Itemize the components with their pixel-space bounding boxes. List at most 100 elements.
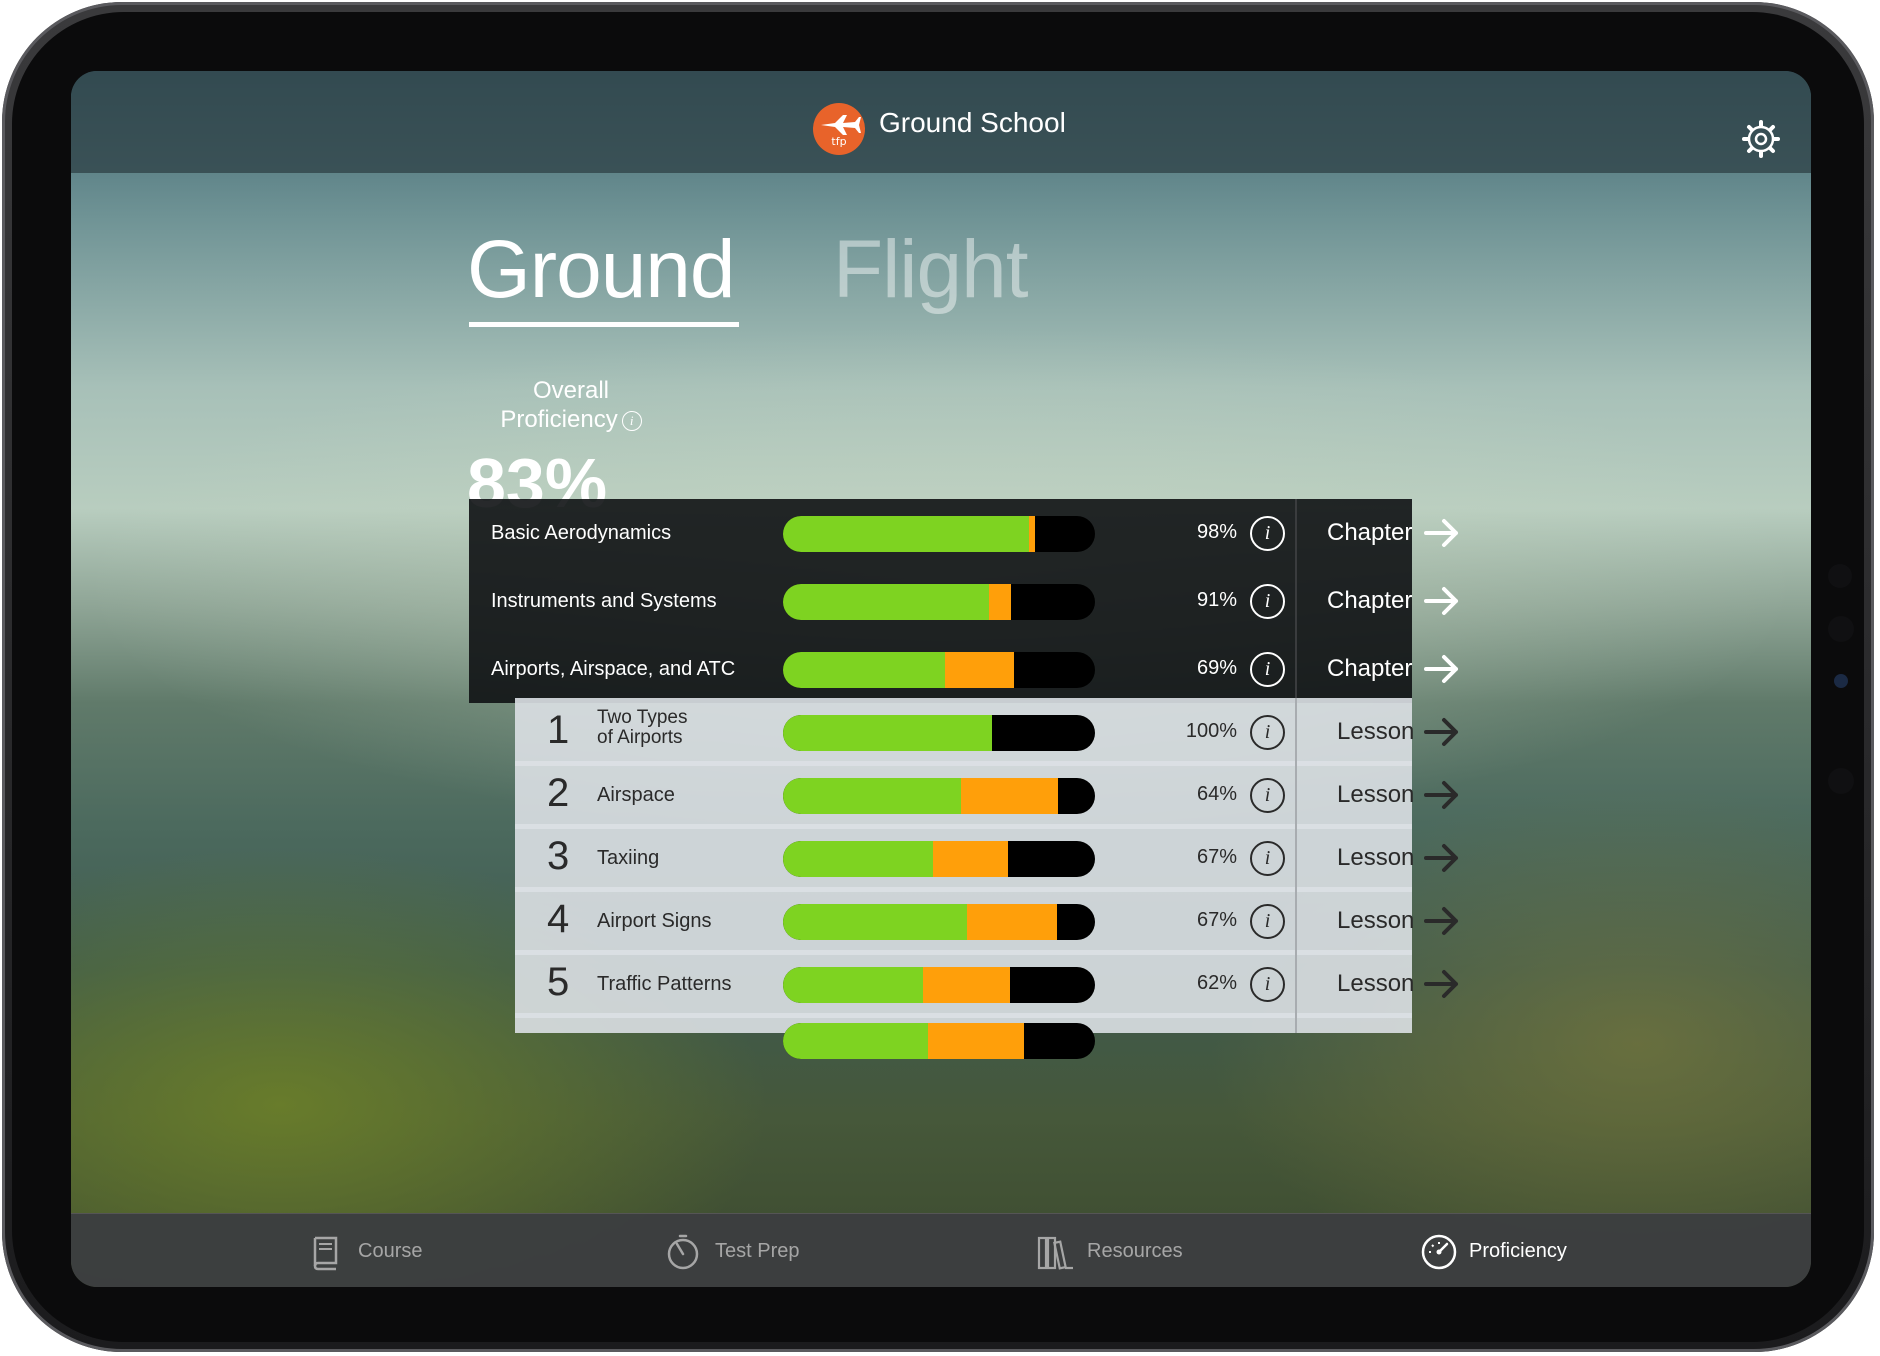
chapter-name: Basic Aerodynamics	[491, 522, 672, 544]
bar-green-segment	[783, 715, 992, 751]
bar-orange-segment	[1029, 516, 1035, 552]
proficiency-bar	[783, 778, 1095, 814]
lesson-name-line1: Two Types	[597, 707, 688, 728]
tab-test-prep-label: Test Prep	[715, 1240, 800, 1262]
proficiency-bar	[783, 584, 1095, 620]
ipad-frame: tfp Ground School Ground Flight Overall …	[2, 2, 1874, 1352]
info-icon[interactable]: i	[1250, 904, 1285, 939]
chapter-button[interactable]: Chapter	[1297, 635, 1477, 703]
gauge-icon	[1421, 1234, 1457, 1270]
chapter-row[interactable]: Airports, Airspace, and ATC 69% i Chapter	[469, 635, 1458, 703]
arrow-right-icon	[1424, 587, 1458, 615]
lesson-row[interactable]: 5 Traffic Patterns 62% i Lesson	[515, 950, 1458, 1018]
tab-ground[interactable]: Ground	[467, 223, 736, 317]
lesson-name: Two Types of Airports	[597, 708, 687, 748]
proficiency-percent: 98%	[1196, 521, 1237, 543]
lesson-name: Airspace	[597, 784, 675, 806]
arrow-right-icon	[1424, 655, 1458, 683]
info-icon[interactable]: i	[1250, 584, 1285, 619]
lesson-name-line2: of Airports	[597, 727, 683, 748]
tab-resources[interactable]: Resources	[1035, 1214, 1255, 1287]
library-icon	[1037, 1236, 1073, 1270]
bar-green-segment	[783, 904, 967, 940]
proficiency-percent: 67%	[1196, 909, 1237, 931]
info-icon[interactable]: i	[1250, 715, 1285, 750]
proficiency-percent: 62%	[1196, 972, 1237, 994]
info-icon[interactable]: i	[1250, 841, 1285, 876]
overall-label-line2: Proficiency i	[471, 405, 671, 434]
info-icon[interactable]: i	[1250, 652, 1285, 687]
book-icon	[313, 1236, 338, 1271]
lesson-row[interactable]: 4 Airport Signs 67% i Lesson	[515, 887, 1458, 955]
lesson-row[interactable]	[515, 1013, 1412, 1059]
tab-test-prep[interactable]: Test Prep	[663, 1214, 883, 1287]
app-title: Ground School	[879, 107, 1066, 138]
overall-label-text: Proficiency	[500, 406, 618, 433]
arrow-right-icon	[1424, 519, 1458, 547]
lesson-number: 1	[547, 708, 570, 752]
bar-orange-segment	[945, 652, 1014, 688]
arrow-right-icon	[1424, 718, 1458, 746]
lesson-row[interactable]: 1 Two Types of Airports 100% i Lesson	[515, 698, 1458, 766]
action-label: Chapter	[1327, 655, 1413, 682]
camera-button	[1828, 564, 1852, 588]
info-icon[interactable]: i	[621, 410, 642, 431]
lesson-row[interactable]: 2 Airspace 64% i Lesson	[515, 761, 1458, 829]
tab-flight[interactable]: Flight	[833, 223, 1029, 317]
lesson-number: 4	[547, 897, 570, 941]
chapter-button[interactable]: Chapter	[1297, 499, 1477, 567]
lesson-button[interactable]: Lesson	[1297, 824, 1477, 892]
proficiency-percent: 67%	[1196, 846, 1237, 868]
action-label: Lesson	[1337, 844, 1415, 871]
action-label: Chapter	[1327, 587, 1413, 614]
tab-proficiency[interactable]: Proficiency	[1419, 1214, 1639, 1287]
lesson-button[interactable]: Lesson	[1297, 761, 1477, 829]
app-logo: tfp	[813, 103, 865, 155]
bar-green-segment	[783, 516, 1029, 552]
app-header: tfp Ground School	[71, 71, 1811, 173]
proficiency-percent: 100%	[1185, 720, 1237, 742]
tab-course[interactable]: Course	[306, 1214, 506, 1287]
info-icon[interactable]: i	[1250, 778, 1285, 813]
info-icon[interactable]: i	[1250, 967, 1285, 1002]
chapter-row[interactable]: Basic Aerodynamics 98% i Chapter	[469, 499, 1458, 567]
lesson-row[interactable]: 3 Taxiing 67% i Lesson	[515, 824, 1458, 892]
tab-ground-underline	[469, 322, 739, 327]
gear-icon[interactable]	[1741, 119, 1781, 159]
side-button	[1828, 616, 1854, 642]
bar-green-segment	[783, 778, 961, 814]
lesson-name: Taxiing	[597, 847, 660, 869]
proficiency-bar	[783, 841, 1095, 877]
tab-proficiency-label: Proficiency	[1469, 1240, 1567, 1262]
arrow-right-icon	[1424, 781, 1458, 809]
proficiency-bar	[783, 516, 1095, 552]
lesson-number: 5	[547, 960, 570, 1004]
proficiency-bar	[783, 652, 1095, 688]
bar-orange-segment	[928, 1023, 1024, 1059]
arrow-right-icon	[1424, 970, 1458, 998]
lesson-button[interactable]: Lesson	[1297, 887, 1477, 955]
bar-orange-segment	[961, 778, 1058, 814]
side-button	[1834, 674, 1848, 688]
bar-green-segment	[783, 1023, 928, 1059]
action-label: Chapter	[1327, 519, 1413, 546]
bar-orange-segment	[989, 584, 1011, 620]
bar-orange-segment	[923, 967, 1010, 1003]
lesson-button[interactable]: Lesson	[1297, 698, 1477, 766]
lesson-button[interactable]: Lesson	[1297, 950, 1477, 1018]
row-divider	[1295, 1013, 1297, 1033]
lesson-number: 2	[547, 771, 570, 815]
info-icon[interactable]: i	[1250, 516, 1285, 551]
tab-course-label: Course	[358, 1240, 423, 1262]
action-label: Lesson	[1337, 907, 1415, 934]
chapter-button[interactable]: Chapter	[1297, 567, 1477, 635]
proficiency-bar	[783, 715, 1095, 751]
chapter-name: Instruments and Systems	[491, 590, 717, 612]
bar-green-segment	[783, 584, 989, 620]
bar-orange-segment	[933, 841, 1008, 877]
action-label: Lesson	[1337, 970, 1415, 997]
lesson-name: Airport Signs	[597, 910, 712, 932]
timer-icon	[667, 1234, 699, 1270]
chapter-row[interactable]: Instruments and Systems 91% i Chapter	[469, 567, 1458, 635]
proficiency-percent: 64%	[1196, 783, 1237, 805]
